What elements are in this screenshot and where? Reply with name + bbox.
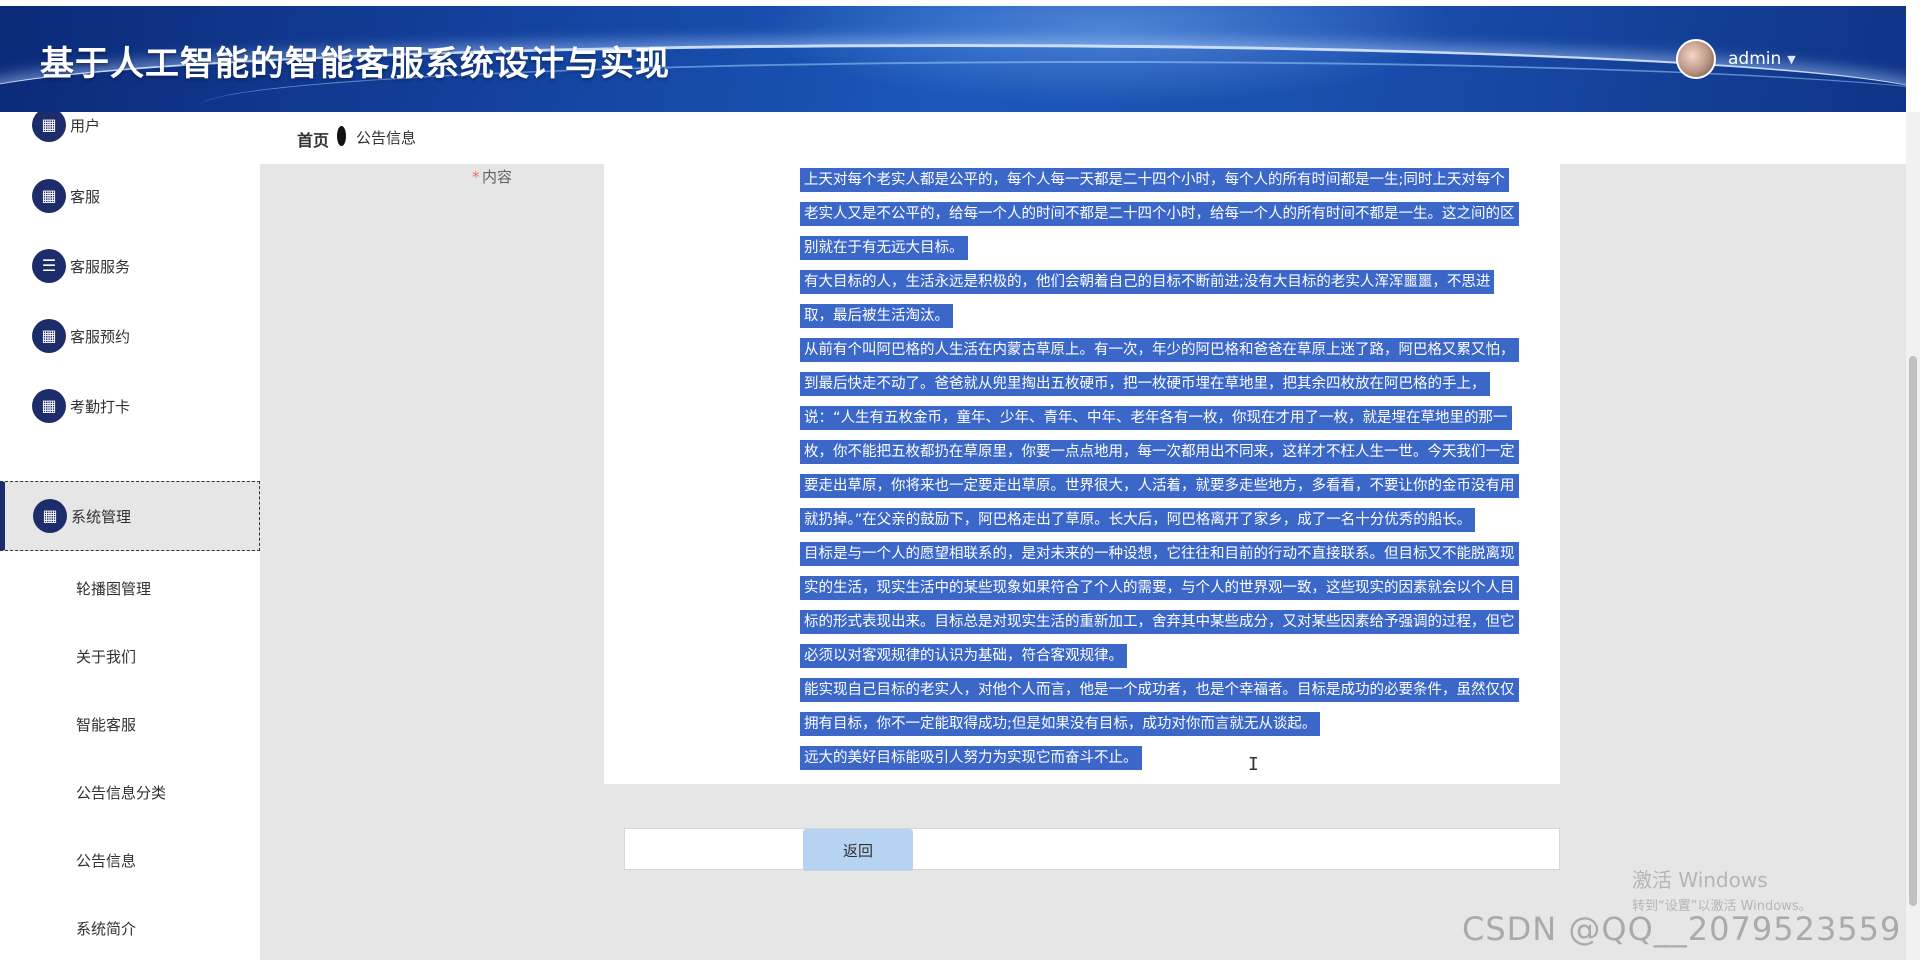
content-label: 内容 bbox=[482, 168, 513, 186]
content-line: 必须以对客观规律的认识为基础，符合客观规律。 bbox=[800, 640, 1544, 674]
app-header: 基于人工智能的智能客服系统设计与实现 admin ▼ bbox=[0, 6, 1906, 112]
scrollbar-thumb[interactable] bbox=[1909, 356, 1917, 906]
user-menu[interactable]: admin ▼ bbox=[1676, 39, 1796, 79]
action-bar: 返回 bbox=[624, 828, 1560, 871]
content-line: 目标是与一个人的愿望相联系的，是对未来的一种设想，它往往和目前的行动不直接联系。… bbox=[800, 538, 1544, 572]
grid-icon: ▦ bbox=[32, 179, 66, 213]
content-line: 老实人又是不公平的，给每一个人的时间不都是二十四个小时，给每一个人的所有时间不都… bbox=[800, 198, 1544, 232]
content-line: 取，最后被生活淘汰。 bbox=[800, 300, 1544, 334]
sidebar-subitem-notice-category[interactable]: 公告信息分类 bbox=[76, 782, 166, 803]
sidebar-item-service[interactable]: ☰ 客服服务 bbox=[0, 231, 260, 301]
content-line: 标的形式表现出来。目标总是对现实生活的重新加工，舍弃其中某些成分，又对某些因素给… bbox=[800, 606, 1544, 640]
content-line: 实的生活，现实生活中的某些现象如果符合了个人的需要，与个人的世界观一致，这些现实… bbox=[800, 572, 1544, 606]
avatar[interactable] bbox=[1676, 39, 1716, 79]
grid-icon: ▦ bbox=[32, 319, 66, 353]
caret-down-icon[interactable]: ▼ bbox=[1787, 53, 1795, 66]
sidebar-item-appointment[interactable]: ▦ 客服预约 bbox=[0, 301, 260, 371]
sidebar-item-label: 考勤打卡 bbox=[70, 397, 131, 416]
content-line: 上天对每个老实人都是公平的，每个人每一天都是二十四个小时，每个人的所有时间都是一… bbox=[800, 164, 1544, 198]
breadcrumb: 首页 公告信息 bbox=[260, 112, 1906, 164]
sidebar-item-label: 用户 bbox=[70, 116, 101, 135]
content-line: 要走出草原，你将来也一定要走出草原。世界很大，人活着，就要多走些地方，多看看，不… bbox=[800, 470, 1544, 504]
text-cursor-icon: I bbox=[1248, 754, 1259, 775]
grid-icon: ▦ bbox=[32, 112, 66, 142]
sidebar-item-label: 客服 bbox=[70, 187, 101, 206]
sidebar-item-attendance[interactable]: ▦ 考勤打卡 bbox=[0, 371, 260, 441]
grid-icon: ▦ bbox=[32, 389, 66, 423]
breadcrumb-home[interactable]: 首页 bbox=[297, 127, 329, 151]
content-line: 就扔掉。”在父亲的鼓励下，阿巴格走出了草原。长大后，阿巴格离开了家乡，成了一名十… bbox=[800, 504, 1544, 538]
sidebar-item-label: 客服预约 bbox=[70, 327, 131, 346]
sidebar-subitem-smart-service[interactable]: 智能客服 bbox=[76, 714, 136, 735]
sidebar-item-label: 客服服务 bbox=[70, 257, 131, 276]
breadcrumb-separator-icon bbox=[337, 126, 346, 146]
sidebar: ▦ 用户 ▦ 客服 ☰ 客服服务 ▦ 客服预约 ▦ 考勤打卡 ▦ 系统管理 轮播… bbox=[0, 112, 260, 960]
sidebar-item-label: 系统管理 bbox=[71, 507, 132, 526]
content-line: 从前有个叫阿巴格的人生活在内蒙古草原上。有一次，年少的阿巴格和爸爸在草原上迷了路… bbox=[800, 334, 1544, 368]
sidebar-subitem-about[interactable]: 关于我们 bbox=[76, 646, 136, 667]
content-line: 到最后快走不动了。爸爸就从兜里掏出五枚硬币，把一枚硬币埋在草地里，把其余四枚放在… bbox=[800, 368, 1544, 402]
content-line: 枚，你不能把五枚都扔在草原里，你要一点点地用，每一次都用出不同来，这样才不枉人生… bbox=[800, 436, 1544, 470]
breadcrumb-current: 公告信息 bbox=[356, 129, 417, 147]
content-line: 别就在于有无远大目标。 bbox=[800, 232, 1544, 266]
grid-icon: ▦ bbox=[33, 499, 67, 533]
required-mark: * bbox=[472, 168, 480, 186]
content-line: 有大目标的人，生活永远是积极的，他们会朝着自己的目标不断前进;没有大目标的老实人… bbox=[800, 266, 1544, 300]
sidebar-subitem-carousel[interactable]: 轮播图管理 bbox=[76, 578, 151, 599]
back-button[interactable]: 返回 bbox=[803, 829, 913, 871]
content-line: 远大的美好目标能吸引人努力为实现它而奋斗不止。 bbox=[800, 742, 1544, 776]
content-text[interactable]: 上天对每个老实人都是公平的，每个人每一天都是二十四个小时，每个人的所有时间都是一… bbox=[800, 164, 1544, 776]
content-line: 说：“人生有五枚金币，童年、少年、青年、中年、老年各有一枚，你现在才用了一枚，就… bbox=[800, 402, 1544, 436]
sliders-icon: ☰ bbox=[32, 249, 66, 283]
username[interactable]: admin bbox=[1728, 49, 1781, 69]
sidebar-subitem-system-intro[interactable]: 系统简介 bbox=[76, 918, 136, 939]
csdn-watermark: CSDN @QQ__2079523559 bbox=[1462, 910, 1902, 948]
sidebar-item-system-management[interactable]: ▦ 系统管理 bbox=[0, 481, 260, 551]
sidebar-item-customer-service[interactable]: ▦ 客服 bbox=[0, 161, 260, 231]
sidebar-item-users[interactable]: ▦ 用户 bbox=[0, 112, 260, 160]
activation-title: 激活 Windows bbox=[1632, 868, 1768, 892]
content-line: 拥有目标，你不一定能取得成功;但是如果没有目标，成功对你而言就无从谈起。 bbox=[800, 708, 1544, 742]
site-title: 基于人工智能的智能客服系统设计与实现 bbox=[40, 44, 670, 84]
sidebar-subitem-notice[interactable]: 公告信息 bbox=[76, 850, 136, 871]
windows-activation-notice: 激活 Windows 转到“设置”以激活 Windows。 bbox=[1632, 864, 1812, 914]
content-line: 能实现自己目标的老实人，对他个人而言，他是一个成功者，也是个幸福者。目标是成功的… bbox=[800, 674, 1544, 708]
